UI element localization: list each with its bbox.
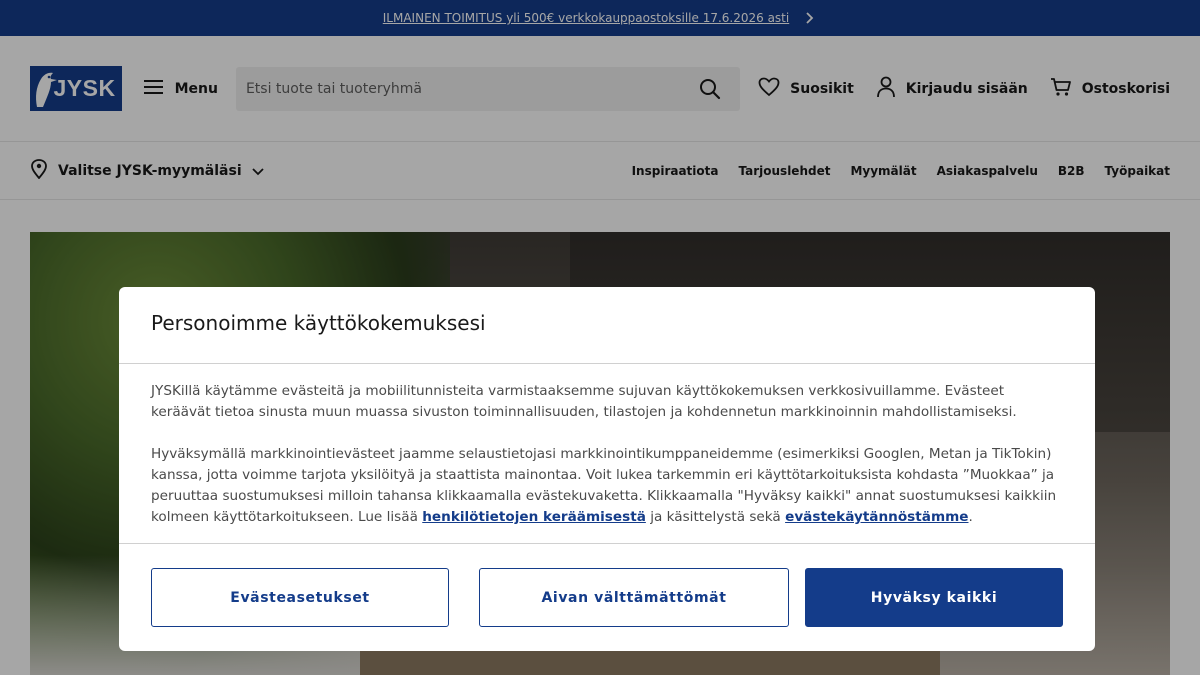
cookie-consent-dialog: Personoimme käyttökokemuksesi JYSKillä k… [119, 287, 1095, 651]
dialog-paragraph-1: JYSKillä käytämme evästeitä ja mobiilitu… [151, 383, 1017, 420]
dialog-title: Personoimme käyttökokemuksesi [151, 311, 486, 335]
dialog-footer: Evästeasetukset Aivan välttämättömät Hyv… [119, 544, 1095, 627]
accept-all-button[interactable]: Hyväksy kaikki [805, 568, 1063, 627]
personal-data-link[interactable]: henkilötietojen keräämisestä [422, 509, 646, 525]
dialog-paragraph-2-end: . [968, 509, 973, 525]
necessary-only-button[interactable]: Aivan välttämättömät [479, 568, 789, 627]
dialog-paragraph-2: Hyväksymällä markkinointievästeet jaamme… [151, 444, 1063, 528]
cookie-settings-button[interactable]: Evästeasetukset [151, 568, 449, 627]
dialog-paragraph-2-mid: ja käsittelystä sekä [645, 509, 786, 525]
dialog-header: Personoimme käyttökokemuksesi [119, 287, 1095, 364]
dialog-body: JYSKillä käytämme evästeitä ja mobiilitu… [119, 364, 1095, 544]
cookie-policy-link[interactable]: evästekäytännöstämme [785, 509, 968, 525]
